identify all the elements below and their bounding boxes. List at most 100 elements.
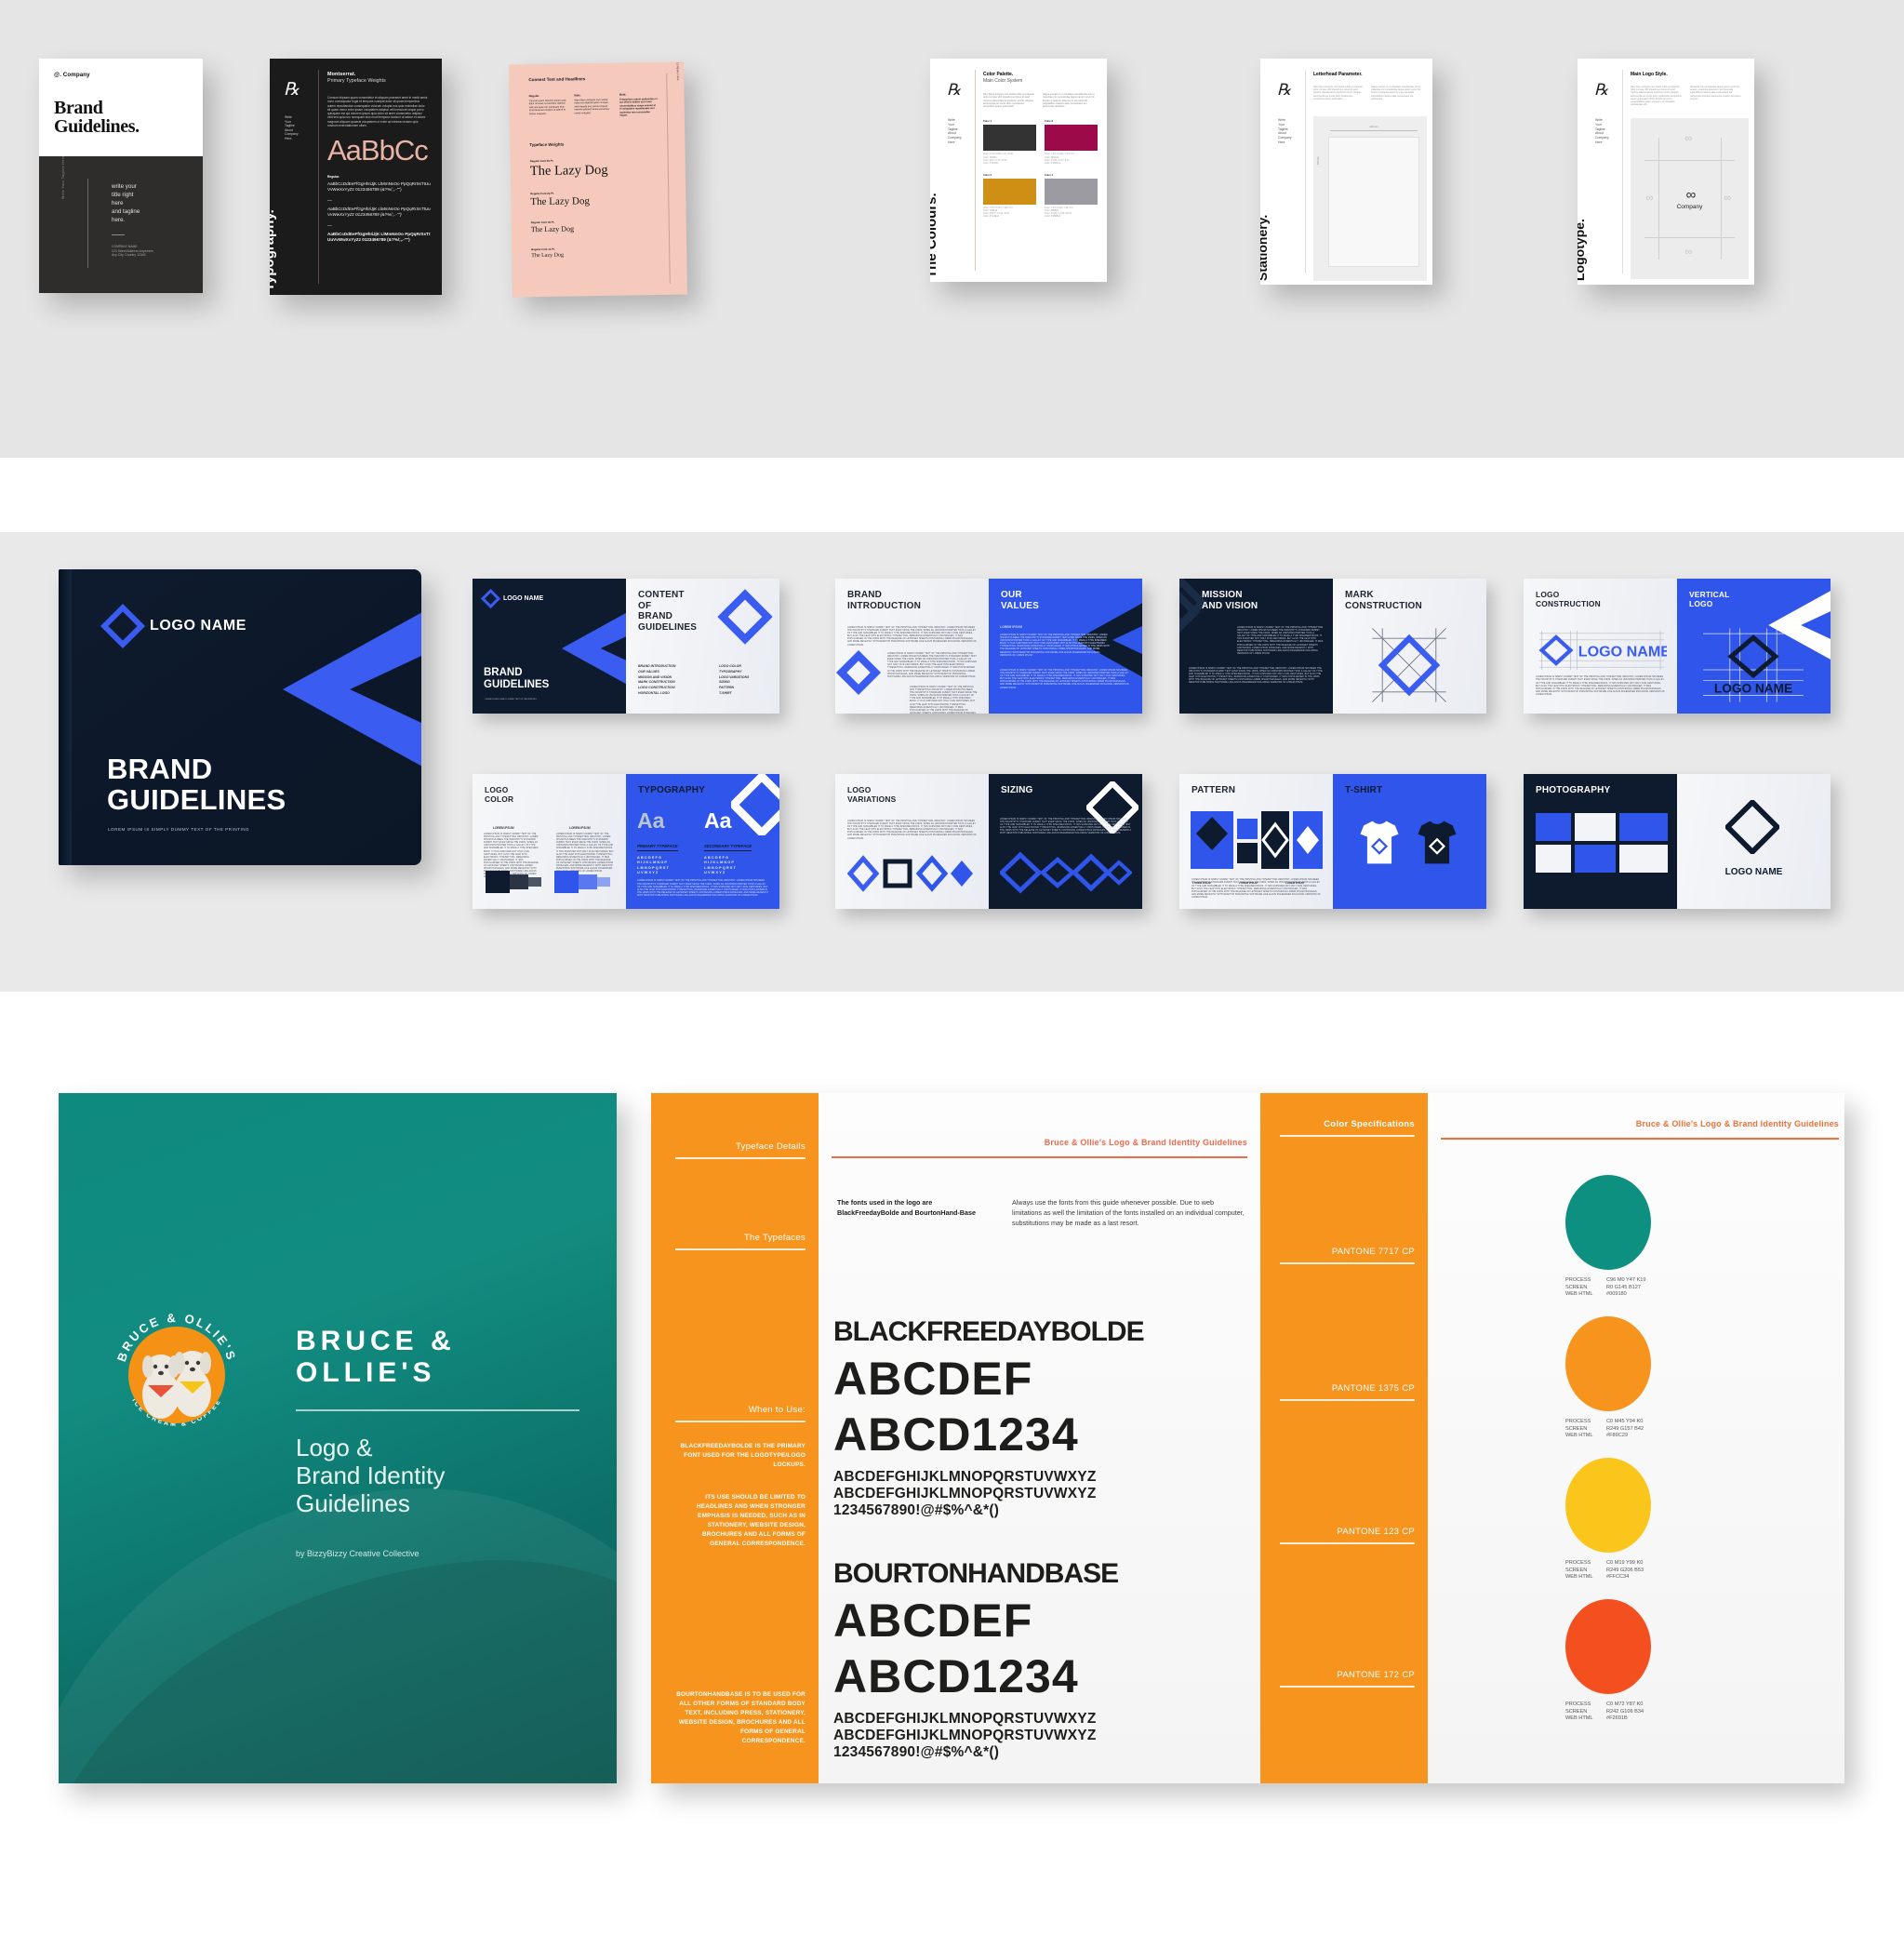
spread-logo-color[interactable]: LOGO COLOR LOREM IPSUM LOREM IPSUM IS SI… — [473, 774, 779, 909]
spec-process: PROCESS C0 M19 Y99 K0 — [1565, 1560, 1644, 1566]
logo-ghost-mark: ∞ — [1684, 247, 1692, 259]
font-numbers: ABCD1234 — [833, 1650, 1079, 1702]
spread-logo-variations[interactable]: LOGO VARIATIONS LOREM IPSUM IS SIMPLY DU… — [835, 774, 1142, 909]
big-type-sample: AaBbCc — [327, 134, 429, 167]
body-text: LOREM IPSUM IS SIMPLY DUMMY TEXT OF THE … — [847, 627, 977, 647]
weight-sample-block: Regular Font 14 Pt. The Lazy Dog — [531, 247, 564, 260]
photo-grid — [1536, 813, 1668, 873]
poster-body: Color Palette. Main Color System Nam lib… — [983, 72, 1099, 219]
logo-name: LOGO NAME — [503, 595, 544, 602]
swatch-colour-chip — [1045, 178, 1098, 205]
colour-swatch[interactable]: Color 3 Color: C 15 / M 45 / Y 100 / K 2… — [983, 174, 1036, 219]
page-title: MARK CONSTRUCTION — [1345, 590, 1422, 611]
spread-photography[interactable]: PHOTOGRAPHY LOGO NAME — [1524, 774, 1831, 909]
colour-dot — [1565, 1599, 1651, 1694]
poster-cover-bottom: Write Your Tagline Here write your title… — [39, 155, 203, 293]
spread-pattern[interactable]: PATTERN LOREM IPSUM LOREM IPSUM LOREM IP… — [1179, 774, 1486, 909]
page-title: T-SHIRT — [1345, 785, 1383, 795]
brand-book-cover[interactable]: LOGO NAME BRAND GUIDELINES LOREM IPSUM I… — [59, 569, 421, 865]
sample-column: Italic. Nam libero tempore cum soluta no… — [574, 93, 612, 118]
colour-bar — [528, 877, 541, 887]
sublabel: LOREM IPSUM — [569, 826, 591, 830]
pantone-swatch[interactable]: PROCESS C0 M72 Y87 K0 SCREEN R242 G106 B34… — [1565, 1599, 1651, 1723]
logo-name: LOGO NAME — [150, 618, 247, 634]
typeface-label: PRIMARY TYPEFACE — [637, 844, 678, 851]
body-text: LOREM IPSUM IS SIMPLY DUMMY TEXT OF THE … — [1000, 634, 1110, 657]
spread-contents[interactable]: LOGO NAME BRAND GUIDELINES LOREM IPSUM I… — [473, 579, 779, 714]
typeface-specimen-page: Bruce & Ollie's Logo & Brand Identity Gu… — [819, 1093, 1260, 1783]
section-heading: Color Palette. — [983, 72, 1014, 77]
spread-introduction[interactable]: BRAND INTRODUCTION LOREM IPSUM IS SIMPLY… — [835, 579, 1142, 714]
bruce-ollies-inner-spread[interactable]: Typeface Details The Typefaces When to U… — [651, 1093, 1844, 1783]
page-right: OUR VALUES LOREM IPSUM LOREM IPSUM IS SI… — [989, 579, 1142, 714]
poster-typography[interactable]: ℞ Write Your Tagline About Company Here.… — [270, 59, 442, 295]
poster-text-and-headlines[interactable]: Consest Text and Headlines Regular. Tomo… — [509, 61, 687, 298]
spread-mission[interactable]: MISSION AND VISION LOREM IPSUM IS SIMPLY… — [1179, 579, 1486, 714]
sublabel: LOREM IPSUM — [493, 826, 514, 830]
lazy-dog-sample: The Lazy Dog — [530, 224, 575, 234]
body-text: LOREM IPSUM IS SIMPLY DUMMY TEXT OF THE … — [910, 687, 978, 714]
spec-screen: SCREEN R249 G206 B53 — [1565, 1567, 1644, 1573]
colour-swatch[interactable]: Color 1 Color: C 75 / M 68 / Y 67 / K 90… — [983, 120, 1036, 165]
specimen-bourtonhandbase: BOURTONHANDBASE ABCDEF ABCD1234 ABCDEFGH… — [833, 1558, 1251, 1761]
pantone-swatch[interactable]: PROCESS C0 M45 Y94 K0 SCREEN R249 G157 B42… — [1565, 1316, 1651, 1440]
pantone-swatch[interactable]: PROCESS C96 M0 Y47 K19 SCREEN R0 G145 B127… — [1565, 1175, 1651, 1299]
running-head: Bruce & Ollie's Logo & Brand Identity Gu… — [1044, 1138, 1247, 1147]
column-text: Nam libero tempore cum soluta nobis est … — [574, 98, 610, 115]
column-label: Italic. — [574, 93, 581, 98]
tagline-text: write your title right here and tagline … — [112, 183, 140, 223]
contents-item[interactable]: T-SHIRT — [719, 691, 749, 697]
body-text: LOREM IPSUM IS SIMPLY DUMMY TEXT OF THE … — [556, 834, 614, 874]
weight-sample: AaBbCcDdEeFfGgHhIiJjK LlMmNnOo PpQqRrSsT… — [327, 181, 431, 193]
swatch-specs: Color: C 20 / M 100 / Y 45 / K 8 Color: … — [1045, 153, 1074, 165]
poster-colour-palette[interactable]: ℞ Write Your Tagline About Company Here.… — [930, 59, 1107, 282]
sample-column: Regular. Tomodo quam dolorem ipsum quia … — [529, 94, 567, 119]
weight-label: Regular Font 14 Pt. — [531, 247, 555, 252]
lazy-dog-sample: The Lazy Dog — [529, 162, 608, 180]
page-right: CONTENT OF BRAND GUIDELINES BRAND INTROD… — [626, 579, 779, 714]
note-bold: The fonts used in the logo are BlackFree… — [837, 1198, 976, 1217]
divider — [318, 70, 319, 284]
contents-column-2: LOGO COLOR TYPOGRAPHY LOGO VARIATIONS SI… — [719, 664, 749, 697]
font-alphabet-lower: ABCDEFGHIJKLMNOPQRSTUVWXYZ — [833, 1486, 1097, 1501]
contents-item[interactable]: BRAND INTRODUCTION — [638, 664, 675, 670]
spec-screen: SCREEN R0 G145 B127 — [1565, 1284, 1642, 1290]
page-right: VERTICAL LOGO LOGO NAME — [1677, 579, 1831, 714]
spread-logo-construction[interactable]: LOGO CONSTRUCTION LOGO NAME LOREM IPSUM … — [1524, 579, 1831, 714]
font-alphabet-upper: ABCDEFGHIJKLMNOPQRSTUVWXYZ — [833, 1711, 1097, 1727]
weight-label: Regular Font 18 Pt. — [530, 220, 555, 225]
poster-left-column: ℞ Write Your Tagline About Company Here. — [278, 59, 317, 295]
color-side-panel: Color Specifications PANTONE 7717 CP PAN… — [1260, 1093, 1428, 1783]
swatch-name: Color 3 — [983, 173, 992, 177]
contents-item[interactable]: HORIZONTAL LOGO — [638, 691, 675, 697]
poster-logotype[interactable]: ℞ Write Your Tagline About Company Here.… — [1578, 59, 1754, 285]
body-text: LOREM IPSUM IS SIMPLY DUMMY TEXT OF THE … — [637, 880, 769, 897]
section-heading: Letterhead Parameter. — [1313, 72, 1363, 77]
divider — [975, 70, 976, 271]
paragraph: Nam libero tempore cum soluta nobis est … — [1313, 86, 1363, 100]
colour-swatch[interactable]: Color 2 Color: C 20 / M 100 / Y 45 / K 8… — [1045, 120, 1098, 165]
intro-paragraphs: Nam libero tempore cum soluta nobis est … — [983, 93, 1099, 108]
section-sublabel: LOREM IPSUM — [1000, 625, 1022, 629]
dimension-width-label: 210 mm — [1369, 126, 1378, 128]
logo-construction-diagram: LOGO NAME — [1538, 631, 1667, 670]
weight-label: Regular. — [327, 175, 340, 180]
pantone-swatch[interactable]: PROCESS C0 M19 Y99 K0 SCREEN R249 G206 B53… — [1565, 1458, 1651, 1581]
brand-title: BRUCE & OLLIE'S — [296, 1326, 456, 1388]
logo-ghost-mark: ∞ — [1645, 192, 1654, 204]
vertical-section-label: The Colours. — [930, 193, 939, 278]
poster-stationery[interactable]: ℞ Write Your Tagline About Company Here.… — [1260, 59, 1432, 285]
left-meta-text: Write Your Tagline About Company Here. — [285, 115, 299, 140]
vertical-side-label: Write Your Tagline Here — [61, 155, 65, 199]
colour-swatch[interactable]: Color 4 Color: C 40 / M 32 / Y 28 / K 0 … — [1045, 174, 1098, 219]
page-right: T-SHIRT — [1333, 774, 1486, 909]
side-label: The Typefaces — [743, 1233, 806, 1243]
font-glyphs: 1234567890!@#$%^&*() — [833, 1744, 1000, 1760]
infinity-loop-mark-icon: ∞ — [1685, 186, 1697, 203]
logo-sizing-row — [1000, 851, 1132, 894]
running-head: Bruce & Ollie's Logo & Brand Identity Gu… — [1635, 1119, 1839, 1128]
poster-brand-guidelines-cover[interactable]: @. Company Brand Guidelines. Write Your T… — [39, 59, 203, 293]
bruce-ollies-cover[interactable]: BRUCE & OLLIE'S ICE CREAM & COFFEE BRUCE… — [59, 1093, 617, 1783]
page-title: OUR VALUES — [1001, 590, 1040, 611]
spec-process: PROCESS C0 M45 Y94 K0 — [1565, 1419, 1644, 1424]
